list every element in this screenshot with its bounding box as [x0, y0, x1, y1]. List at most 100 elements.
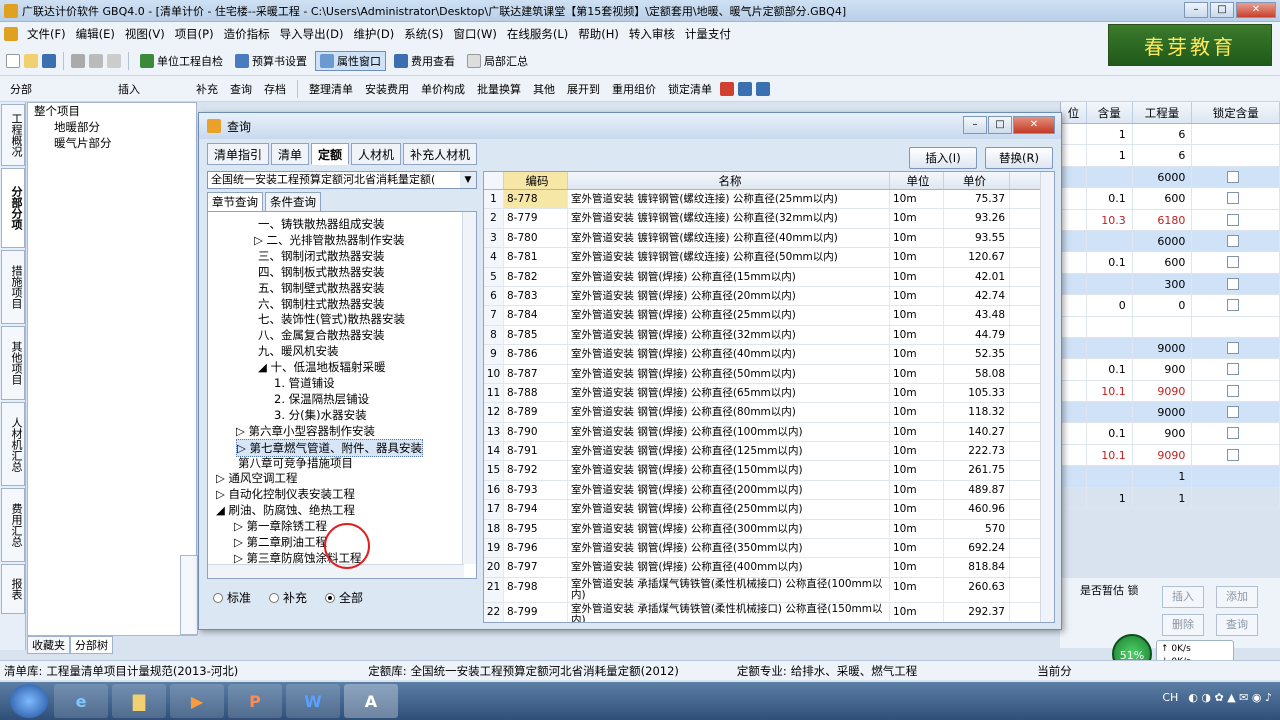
taskbar-ie[interactable]: e	[54, 684, 108, 718]
tree-item-floor-heating[interactable]: 地暖部分	[28, 119, 196, 135]
menu-payment[interactable]: 计量支付	[680, 26, 736, 42]
tab-quota[interactable]: 定额	[311, 143, 350, 165]
menu-help[interactable]: 帮助(H)	[573, 26, 624, 42]
tab-cost-summary[interactable]: 费用汇总	[1, 488, 25, 562]
dialog-minimize-button[interactable]: –	[963, 116, 987, 134]
tab-supplement-labor[interactable]: 补充人材机	[403, 143, 478, 165]
quantity-row[interactable]: 10.3 6180	[1061, 209, 1280, 231]
quota-row[interactable]: 16 8-793 室外管道安装 钢管(焊接) 公称直径(200mm以内) 10m 489…	[484, 480, 1054, 501]
quota-row[interactable]: 21 8-798 室外管道安装 承插煤气铸铁管(柔性机械接口) 公称直径(100mm…	[484, 577, 1054, 603]
start-button[interactable]	[10, 684, 48, 718]
menu-online[interactable]: 在线服务(L)	[502, 26, 573, 42]
quantity-row[interactable]: 10.1 9090	[1061, 444, 1280, 467]
tray-icons[interactable]: ◐ ◑ ✿ ▲ ✉ ◉ ♪	[1188, 691, 1272, 704]
quota-row[interactable]: 10 8-787 室外管道安装 钢管(焊接) 公称直径(50mm以内) 10m 58.0…	[484, 364, 1054, 384]
quota-row[interactable]: 15 8-792 室外管道安装 钢管(焊接) 公称直径(150mm以内) 10m 261…	[484, 461, 1054, 481]
chapter-tree-item[interactable]: ▷ 通风空调工程	[216, 470, 298, 486]
tb-part-button[interactable]: 分部	[6, 80, 36, 98]
tab-chapter-query[interactable]: 章节查询	[207, 192, 263, 212]
tab-measure-items[interactable]: 措施项目	[1, 250, 25, 324]
quota-row[interactable]: 14 8-791 室外管道安装 钢管(焊接) 公称直径(125mm以内) 10m 222…	[484, 442, 1054, 462]
quantity-row[interactable]: 16	[1061, 124, 1280, 146]
menu-window[interactable]: 窗口(W)	[449, 26, 502, 42]
lock-checkbox[interactable]	[1226, 192, 1239, 205]
lower-insert-button[interactable]: 插入	[1162, 586, 1204, 608]
tb-tidy-list-button[interactable]: 整理清单	[305, 80, 357, 98]
taskbar-ppt[interactable]: P	[228, 684, 282, 718]
tb-batch-convert-button[interactable]: 批量换算	[473, 80, 525, 98]
lock-checkbox[interactable]	[1226, 256, 1239, 269]
tb-lock-list-button[interactable]: 锁定清单	[664, 80, 716, 98]
chapter-tree-item[interactable]: 八、金属复合散热器安装	[258, 327, 385, 343]
quota-row[interactable]: 9 8-786 室外管道安装 钢管(焊接) 公称直径(40mm以内) 10m 52.35	[484, 345, 1054, 365]
menu-import-export[interactable]: 导入导出(D)	[275, 26, 349, 42]
col-name[interactable]: 名称	[568, 172, 890, 189]
lock-checkbox[interactable]	[1226, 213, 1239, 226]
minimize-button[interactable]: –	[1184, 2, 1208, 18]
tab-project-overview[interactable]: 工程概况	[1, 104, 25, 166]
chapter-tree-item[interactable]: ▷ 第二章刷油工程	[234, 534, 327, 550]
menu-project[interactable]: 项目(P)	[170, 26, 219, 42]
chapter-tree-item[interactable]: 九、暖风机安装	[258, 343, 339, 359]
quantity-row[interactable]: 0.1 900	[1061, 359, 1280, 381]
chapter-tree-item[interactable]: 七、装饰性(管式)散热器安装	[258, 311, 405, 327]
menu-view[interactable]: 视图(V)	[120, 26, 170, 42]
chapter-tree-item[interactable]: 3. 分(集)水器安装	[274, 407, 367, 423]
lock-checkbox[interactable]	[1226, 170, 1239, 183]
quota-row[interactable]: 13 8-790 室外管道安装 钢管(焊接) 公称直径(100mm以内) 10m 140…	[484, 422, 1054, 443]
quantity-row[interactable]: 0.1 600	[1061, 252, 1280, 274]
tab-other-items[interactable]: 其他项目	[1, 326, 25, 400]
tb-insert-button[interactable]: 插入	[114, 80, 144, 98]
quota-library-select[interactable]: 全国统一安装工程预算定额河北省消耗量定额( ▼	[207, 171, 477, 189]
lock-checkbox[interactable]	[1226, 363, 1239, 376]
chapter-tree-item[interactable]: 2. 保温隔热层铺设	[274, 391, 369, 407]
tab-favorites[interactable]: 收藏夹	[27, 636, 70, 654]
quota-row[interactable]: 1 8-778 室外管道安装 镀锌钢管(螺纹连接) 公称直径(25mm以内) 10m 7…	[484, 190, 1054, 210]
menu-file[interactable]: 文件(F)	[22, 26, 71, 42]
maximize-button[interactable]: □	[1210, 2, 1234, 18]
quota-row[interactable]: 11 8-788 室外管道安装 钢管(焊接) 公称直径(65mm以内) 10m 105.…	[484, 383, 1054, 404]
paste-icon[interactable]	[107, 53, 121, 68]
close-button[interactable]: ✕	[1236, 2, 1276, 18]
taskbar-word[interactable]: W	[286, 684, 340, 718]
ime-indicator[interactable]: CH	[1162, 691, 1178, 704]
tree-item-radiator[interactable]: 暖气片部分	[28, 135, 196, 151]
radio-all[interactable]: 全部	[325, 589, 363, 606]
app-menu-icon[interactable]	[4, 27, 18, 41]
chapter-tree-item[interactable]: 第八章可竞争措施项目	[238, 455, 353, 471]
arrow-up-icon[interactable]	[738, 81, 752, 96]
quota-row[interactable]: 7 8-784 室外管道安装 钢管(焊接) 公称直径(25mm以内) 10m 43.48	[484, 306, 1054, 326]
quota-row[interactable]: 17 8-794 室外管道安装 钢管(焊接) 公称直径(250mm以内) 10m 460…	[484, 500, 1054, 520]
tab-part-tree[interactable]: 分部树	[70, 636, 113, 654]
tree-vertical-scrollbar[interactable]	[462, 212, 476, 564]
results-vertical-scrollbar[interactable]	[1040, 172, 1054, 622]
chapter-tree-item[interactable]: 三、钢制闭式散热器安装	[258, 248, 385, 264]
quota-row[interactable]: 4 8-781 室外管道安装 镀锌钢管(螺纹连接) 公称直径(50mm以内) 10m 1…	[484, 248, 1054, 268]
quantity-row[interactable]: 00	[1061, 295, 1280, 317]
chapter-tree-item[interactable]: 1. 管道铺设	[274, 375, 335, 391]
quota-row[interactable]: 18 8-795 室外管道安装 钢管(焊接) 公称直径(300mm以内) 10m 570	[484, 519, 1054, 540]
quota-row[interactable]: 6 8-783 室外管道安装 钢管(焊接) 公称直径(20mm以内) 10m 42.74	[484, 286, 1054, 307]
radio-supplement[interactable]: 补充	[269, 589, 307, 606]
tb-install-fee-button[interactable]: 安装费用	[361, 80, 413, 98]
tab-condition-query[interactable]: 条件查询	[265, 192, 321, 212]
copy-icon[interactable]	[89, 53, 103, 68]
quota-row[interactable]: 12 8-789 室外管道安装 钢管(焊接) 公称直径(80mm以内) 10m 118.…	[484, 403, 1054, 423]
menu-index[interactable]: 造价指标	[219, 26, 275, 42]
lower-query-button[interactable]: 查询	[1216, 614, 1258, 636]
col-code[interactable]: 编码	[504, 172, 568, 189]
lock-checkbox[interactable]	[1226, 448, 1239, 461]
lower-delete-button[interactable]: 删除	[1162, 614, 1204, 636]
arrow-down-icon[interactable]	[756, 81, 770, 96]
lock-checkbox[interactable]	[1226, 234, 1239, 247]
chapter-tree-item[interactable]: ◢ 刷油、防腐蚀、绝热工程	[216, 502, 355, 518]
quantity-row[interactable]: 1	[1061, 466, 1280, 488]
dialog-maximize-button[interactable]: □	[988, 116, 1012, 134]
chapter-tree-item[interactable]: ▷ 自动化控制仪表安装工程	[216, 486, 355, 502]
quantity-row[interactable]: 0.1 900	[1061, 423, 1280, 445]
property-window-button[interactable]: 属性窗口	[315, 50, 386, 71]
tb-reuse-button[interactable]: 重用组价	[608, 80, 660, 98]
col-unit[interactable]: 单位	[890, 172, 944, 189]
quantity-row[interactable]: 6000	[1061, 230, 1280, 253]
dialog-insert-button[interactable]: 插入(I)	[909, 147, 977, 169]
